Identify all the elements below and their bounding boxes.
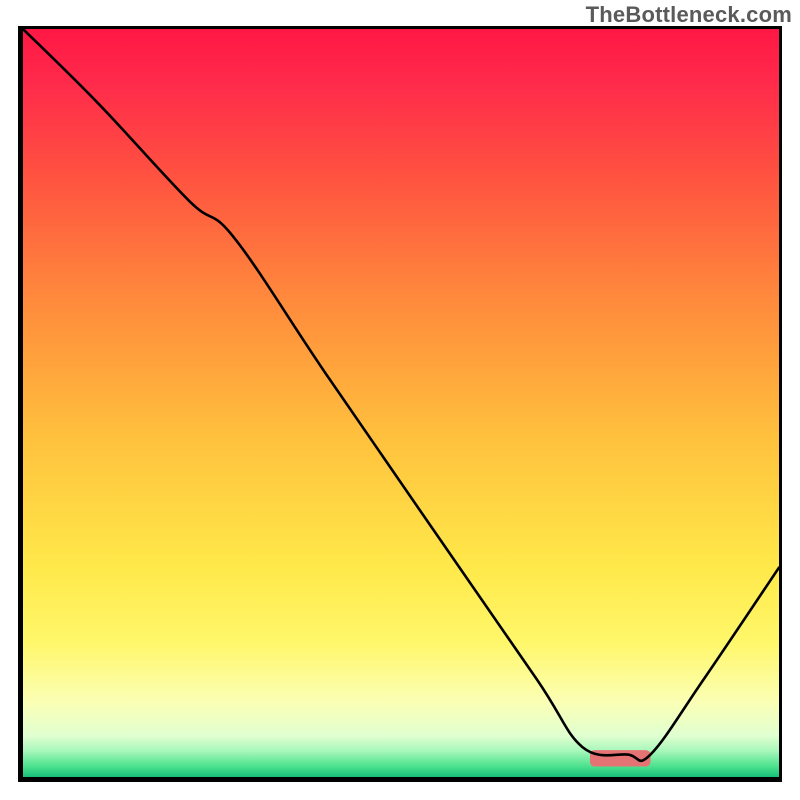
plot-area [18, 26, 782, 782]
annotations-layer [590, 750, 650, 766]
watermark-text: TheBottleneck.com [586, 2, 792, 28]
background-heatmap [23, 29, 779, 777]
optimal-marker [590, 750, 650, 766]
chart-svg [23, 29, 779, 777]
